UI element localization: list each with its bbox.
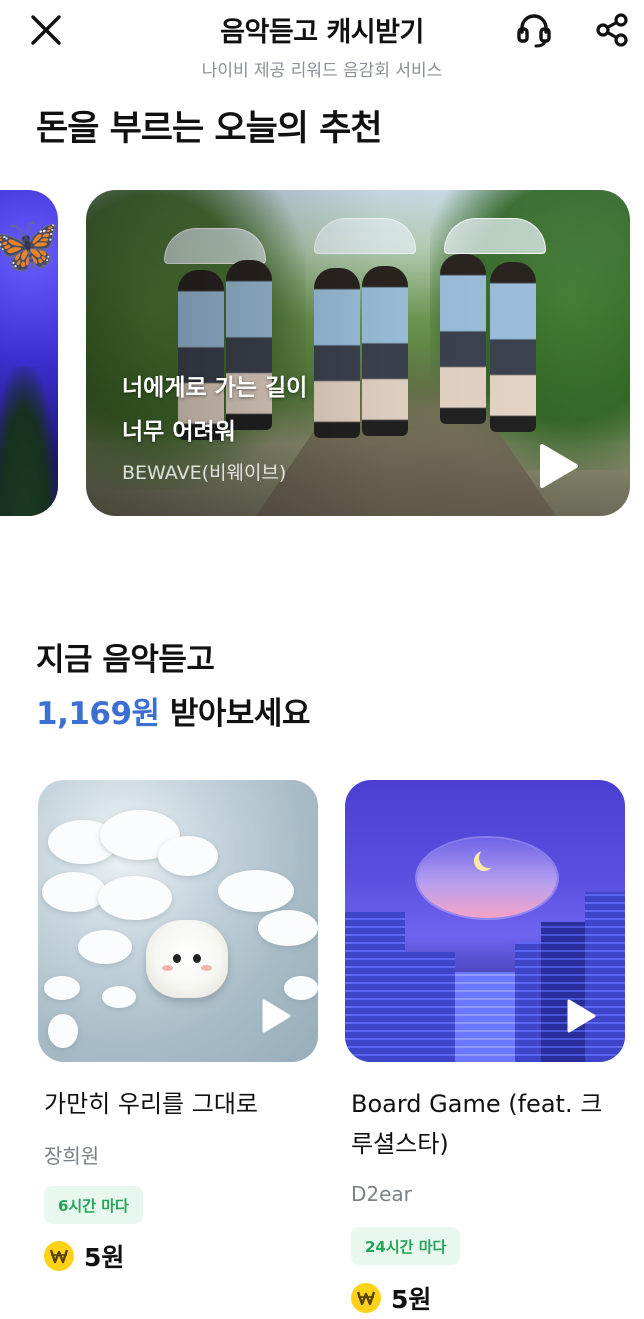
song-title[interactable]: Board Game (feat. 크 루셜스타) [351, 1084, 631, 1164]
recommend-title: 돈을 부르는 오늘의 추천 [36, 109, 383, 149]
artwork-cloud [218, 870, 294, 912]
cash-heading-amount-line: 1,169원 받아보세요 [36, 688, 310, 733]
reward-interval-badge: 6시간 마다 [44, 1186, 143, 1224]
reward-amount: 5원 [351, 1280, 431, 1316]
banner-song-title: 너에게로 가는 길이 [122, 375, 308, 401]
artwork-building [405, 952, 455, 1062]
song-artist: D2ear [351, 1182, 412, 1206]
artwork-cloud [48, 1014, 78, 1048]
reward-interval-badge: 24시간 마다 [351, 1227, 461, 1265]
play-icon [567, 999, 596, 1033]
artwork-cloud [258, 910, 318, 946]
moon-icon [479, 848, 499, 868]
play-icon [262, 999, 291, 1033]
song-title[interactable]: 가만히 우리를 그대로 [44, 1084, 314, 1124]
headset-icon [517, 14, 551, 48]
song-artist: 장희원 [44, 1144, 100, 1168]
artwork-cloud [78, 930, 132, 964]
song-card-artwork[interactable] [38, 780, 318, 1062]
previous-banner-card[interactable]: 🦋 [0, 190, 58, 516]
artwork-sheep [146, 920, 228, 998]
share-icon [596, 13, 628, 47]
artwork-cloud [98, 876, 172, 920]
coin-icon [351, 1283, 381, 1313]
artwork-moon-window [417, 838, 557, 918]
artwork-cloud [284, 976, 318, 1000]
artwork-building [541, 922, 585, 1062]
support-button[interactable] [512, 8, 556, 52]
cash-heading-suffix: 받아보세요 [159, 696, 311, 732]
banner-song-title: 너무 어려워 [122, 419, 236, 445]
banner-artwork [0, 366, 58, 516]
artwork-cloud [102, 986, 136, 1008]
song-title-line: Board Game (feat. 크 [351, 1090, 603, 1118]
cash-amount: 1,169원 [36, 696, 160, 732]
coin-icon [44, 1241, 74, 1271]
artwork-cloud [158, 836, 218, 876]
butterfly-icon: 🦋 [0, 213, 58, 278]
song-title-line: 루셜스타) [351, 1130, 449, 1158]
cash-heading: 지금 음악듣고 [36, 642, 215, 678]
artwork-building [345, 912, 405, 1062]
card-play-button[interactable] [565, 998, 597, 1034]
song-card-artwork[interactable] [345, 780, 625, 1062]
artwork-cloud [42, 872, 106, 912]
artwork-building [455, 972, 515, 1062]
page-subtitle: 나이비 제공 리워드 음감회 서비스 [201, 61, 443, 81]
reward-amount: 5원 [44, 1238, 124, 1274]
reward-value: 5원 [391, 1285, 432, 1314]
reward-value: 5원 [84, 1243, 125, 1272]
card-play-button[interactable] [260, 998, 292, 1034]
banner-play-button[interactable] [536, 442, 580, 490]
banner-artist: BEWAVE(비웨이브) [122, 462, 287, 484]
play-icon [540, 444, 578, 488]
share-button[interactable] [590, 8, 634, 52]
artwork-building [585, 892, 625, 1062]
artwork-cloud [44, 976, 80, 1000]
